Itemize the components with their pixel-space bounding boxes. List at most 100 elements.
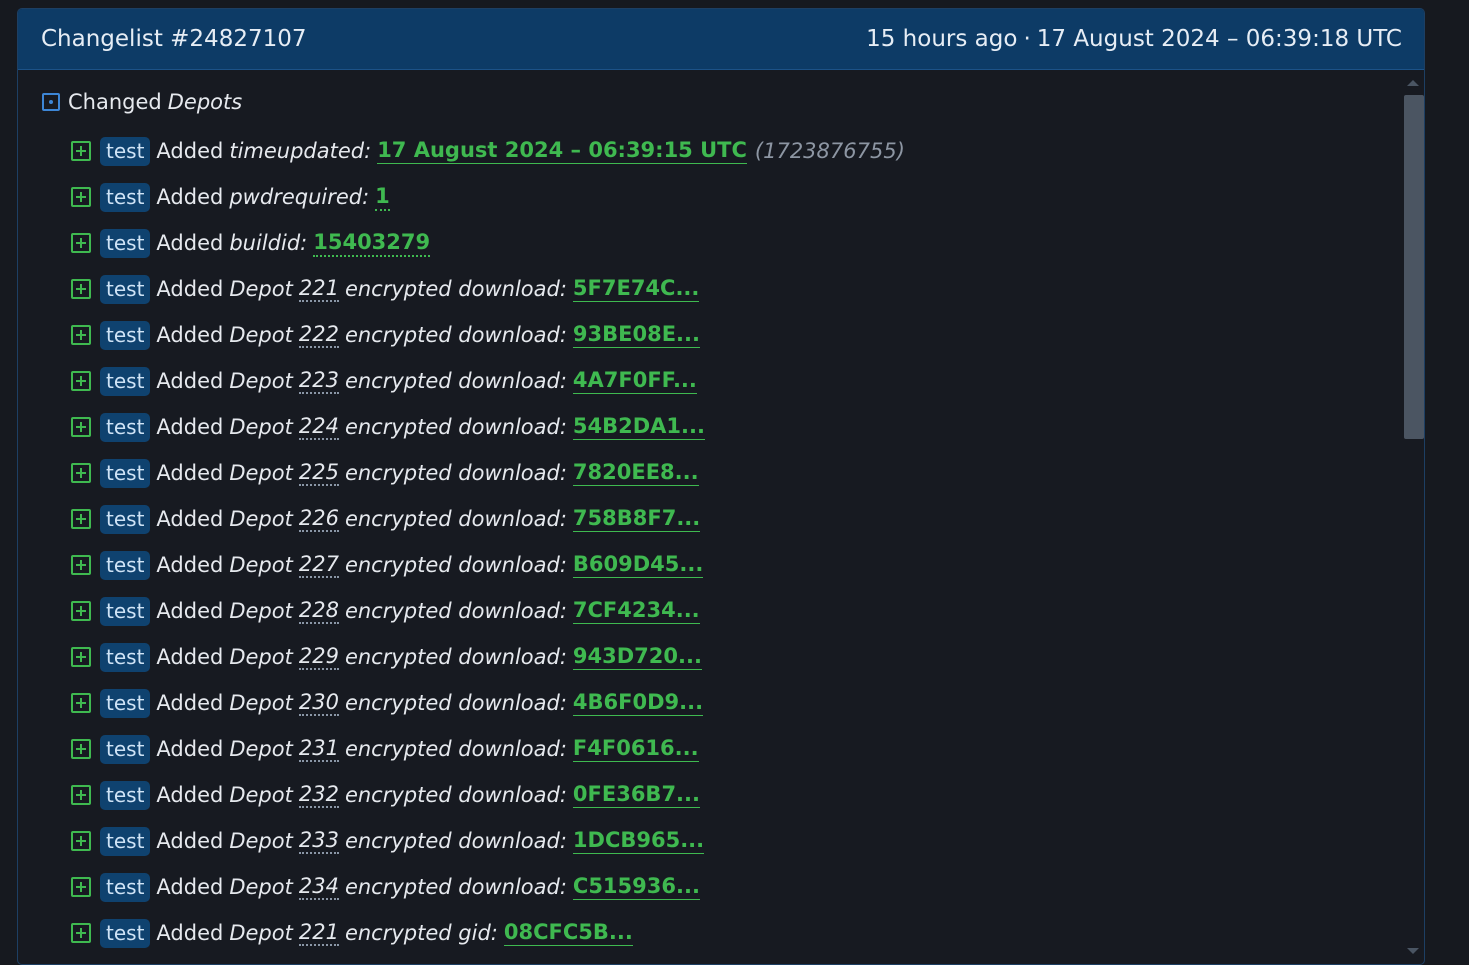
change-value[interactable]: 4B6F0D9... [572,690,704,716]
change-key: pwdrequired: [229,185,370,209]
branch-tag[interactable]: test [100,918,151,948]
depot-id-link[interactable]: 232 [298,782,339,808]
depot-id-link[interactable]: 233 [298,828,339,854]
branch-tag[interactable]: test [100,780,151,810]
plus-square-icon[interactable] [71,877,91,897]
change-row: test Added Depot 225 encrypted download: 7820… [71,450,905,496]
scroll-up-arrow-icon[interactable] [1407,80,1419,86]
branch-tag[interactable]: test [100,688,151,718]
plus-square-icon[interactable] [71,647,91,667]
change-row: test Added Depot 226 encrypted download: 758B… [71,496,905,542]
plus-square-icon[interactable] [71,417,91,437]
change-value[interactable]: 1DCB965... [572,828,705,854]
change-value[interactable]: 7CF4234... [572,598,700,624]
change-value[interactable]: 5F7E74C... [572,276,700,302]
section-label: Changed [68,90,162,114]
plus-square-icon[interactable] [71,279,91,299]
plus-square-icon[interactable] [71,831,91,851]
depot-prefix: Depot [229,507,293,531]
branch-tag[interactable]: test [100,274,151,304]
plus-square-icon[interactable] [71,555,91,575]
time-ago: 15 hours ago [866,26,1018,52]
branch-tag[interactable]: test [100,412,151,442]
change-value[interactable]: 54B2DA1... [572,414,705,440]
branch-tag[interactable]: test [100,596,151,626]
change-value[interactable]: 08CFC5B... [503,920,633,946]
branch-tag[interactable]: test [100,320,151,350]
changelist-time: 15 hours ago · 17 August 2024 – 06:39:18 U… [866,26,1402,52]
depot-id-link[interactable]: 234 [298,874,339,900]
changelist-title[interactable]: Changelist #24827107 [41,26,307,52]
depot-id-link[interactable]: 231 [298,736,339,762]
depot-id-link[interactable]: 222 [298,322,339,348]
change-value[interactable]: B609D45... [572,552,704,578]
change-value[interactable]: 4A7F0FF... [572,368,697,394]
branch-tag[interactable]: test [100,872,151,902]
branch-tag[interactable]: test [100,504,151,534]
depot-id-link[interactable]: 226 [298,506,339,532]
change-value[interactable]: 1 [375,184,390,211]
change-verb: Added [156,875,224,899]
depot-prefix: Depot [229,737,293,761]
change-row: test Added Depot 224 encrypted download: 54B2… [71,404,905,450]
raw-timestamp: (1723876755) [754,139,905,163]
depot-suffix: encrypted download: [344,783,567,807]
depot-id-link[interactable]: 225 [298,460,339,486]
change-verb: Added [156,369,224,393]
scrollbar[interactable] [1402,74,1424,958]
branch-tag[interactable]: test [100,136,151,166]
scroll-thumb[interactable] [1404,95,1424,439]
plus-square-icon[interactable] [71,371,91,391]
depot-id-link[interactable]: 227 [298,552,339,578]
change-verb: Added [156,599,224,623]
change-value[interactable]: 0FE36B7... [572,782,700,808]
plus-square-icon[interactable] [71,463,91,483]
change-value[interactable]: 93BE08E... [572,322,700,348]
change-verb: Added [156,323,224,347]
change-verb: Added [156,139,224,163]
depot-prefix: Depot [229,875,293,899]
change-value[interactable]: 758B8F7... [572,506,701,532]
plus-square-icon[interactable] [71,601,91,621]
plus-square-icon[interactable] [71,693,91,713]
branch-tag[interactable]: test [100,182,151,212]
branch-tag[interactable]: test [100,642,151,672]
change-verb: Added [156,783,224,807]
depot-id-link[interactable]: 221 [298,920,339,946]
dot-square-icon[interactable] [42,93,60,111]
depot-id-link[interactable]: 221 [298,276,339,302]
plus-square-icon[interactable] [71,141,91,161]
change-value[interactable]: F4F0616... [572,736,699,762]
plus-square-icon[interactable] [71,325,91,345]
depot-id-link[interactable]: 229 [298,644,339,670]
branch-tag[interactable]: test [100,826,151,856]
depot-id-link[interactable]: 223 [298,368,339,394]
change-value[interactable]: 943D720... [572,644,702,670]
change-row: test Added Depot 223 encrypted download: 4A7F… [71,358,905,404]
branch-tag[interactable]: test [100,366,151,396]
change-verb: Added [156,553,224,577]
plus-square-icon[interactable] [71,739,91,759]
depot-suffix: encrypted download: [344,507,567,531]
depot-id-link[interactable]: 230 [298,690,339,716]
change-value[interactable]: 17 August 2024 – 06:39:15 UTC [377,138,747,164]
depot-prefix: Depot [229,369,293,393]
depot-id-link[interactable]: 228 [298,598,339,624]
branch-tag[interactable]: test [100,734,151,764]
branch-tag[interactable]: test [100,228,151,258]
change-value[interactable]: 7820EE8... [572,460,699,486]
change-value[interactable]: 15403279 [313,230,431,257]
scroll-down-arrow-icon[interactable] [1407,948,1419,954]
change-value[interactable]: C515936... [572,874,700,900]
plus-square-icon[interactable] [71,187,91,207]
section-changed-depots[interactable]: Changed Depots [42,90,242,114]
plus-square-icon[interactable] [71,923,91,943]
plus-square-icon[interactable] [71,233,91,253]
plus-square-icon[interactable] [71,785,91,805]
branch-tag[interactable]: test [100,458,151,488]
depot-id-link[interactable]: 224 [298,414,339,440]
depot-suffix: encrypted download: [344,645,567,669]
branch-tag[interactable]: test [100,550,151,580]
plus-square-icon[interactable] [71,509,91,529]
change-verb: Added [156,737,224,761]
